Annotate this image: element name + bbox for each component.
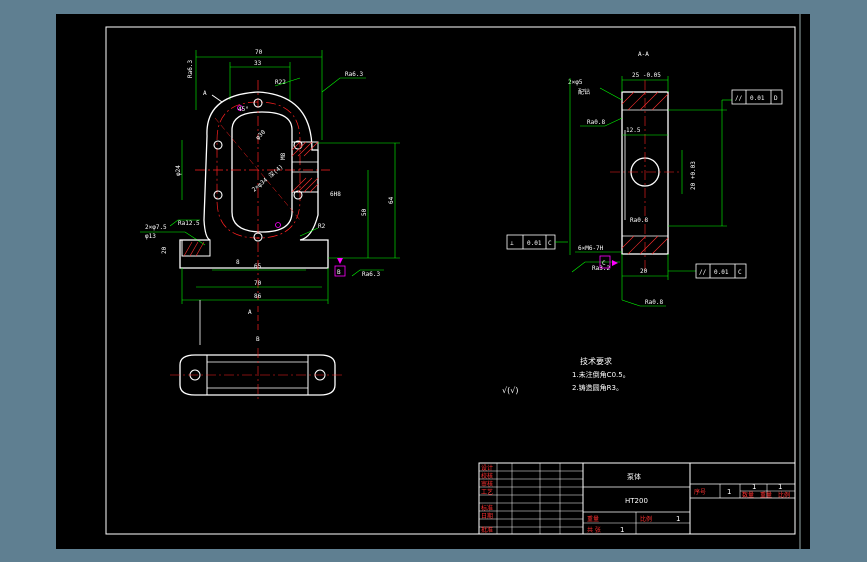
section-label: A-A xyxy=(638,51,649,58)
roughness-s2: Ra0.8 xyxy=(630,217,648,224)
seq-label: 序号 xyxy=(694,488,706,496)
view-mark-b: B xyxy=(256,336,260,343)
tol-value: 0.01 xyxy=(750,95,765,102)
sheet-value: 1 xyxy=(620,526,624,534)
count-1: 1 xyxy=(752,483,756,491)
sub-label: 比例 xyxy=(778,491,790,499)
dim-12-5: 12.5 xyxy=(626,127,641,134)
roughness-bottom: Ra6.3 xyxy=(362,271,380,278)
dim-r2: R2 xyxy=(318,223,326,230)
tol-value: 0.01 xyxy=(527,240,542,247)
section-mark-a-bottom: A xyxy=(248,309,252,316)
datum-b: B xyxy=(337,269,341,276)
tb-label: 批准 xyxy=(481,526,493,534)
roughness-s1: Ra0.8 xyxy=(587,119,605,126)
tech-item-2: 2.铸造圆角R3。 xyxy=(572,383,623,392)
sheet-label: 共 张 xyxy=(587,526,601,534)
roughness-ra63: Ra6.3 xyxy=(345,71,363,78)
spec-left2: φ13 xyxy=(145,233,156,240)
scale-label: 比例 xyxy=(640,515,652,523)
tech-item-1: 1.未注倒角C0.5。 xyxy=(572,370,630,379)
dim-70b: 70 xyxy=(254,280,262,287)
sub-label: 数量 xyxy=(742,491,754,499)
tol-symbol: // xyxy=(735,95,743,102)
weight-label: 重量 xyxy=(587,515,599,523)
dim-45deg: 45° xyxy=(238,106,249,113)
dim-r22: R22 xyxy=(275,79,286,86)
tol-value: 0.01 xyxy=(714,269,729,276)
tb-label: 工艺 xyxy=(481,488,493,496)
dim-70: 70 xyxy=(255,49,263,56)
tol-datum: D xyxy=(774,95,778,102)
dim-m8: M8 xyxy=(280,152,287,160)
tol-datum: C xyxy=(738,269,742,276)
roughness-left2: Ra12.5 xyxy=(178,220,200,227)
thread-spec: 6×M6-7H xyxy=(578,245,604,252)
scale-value: 1 xyxy=(676,515,680,523)
tb-label: 校核 xyxy=(481,472,493,480)
material: HT200 xyxy=(625,497,648,505)
dim-33: 33 xyxy=(254,60,262,67)
dim-65: 65 xyxy=(254,263,262,270)
sub-label: 重量 xyxy=(760,491,772,499)
tb-label: 审核 xyxy=(481,480,493,488)
count-2: 1 xyxy=(778,483,782,491)
tol-symbol: ⊥ xyxy=(510,240,514,247)
dim-20: 20 xyxy=(161,246,168,254)
tol-datum: C xyxy=(548,240,552,247)
dim-top-tol: 25 -0.05 xyxy=(632,72,661,79)
part-name: 泵体 xyxy=(627,472,641,481)
datum-c: C xyxy=(602,260,606,267)
dim-8: 8 xyxy=(236,259,240,266)
section-mark-a: A xyxy=(203,90,207,97)
dim-thread: 6H8 xyxy=(330,191,341,198)
dim-50: 50 xyxy=(361,208,368,216)
roughness-left: Ra6.3 xyxy=(187,60,194,78)
tb-label: 标准 xyxy=(481,504,493,512)
spec-left: 2×φ7.5 xyxy=(145,224,167,231)
dim-dia-tol: 20 +0.03 xyxy=(690,161,697,190)
dim-86: 86 xyxy=(254,293,262,300)
tech-title: 技术要求 xyxy=(580,356,612,366)
hole-note2: 配钻 xyxy=(578,88,590,96)
dim-phi24: φ24 xyxy=(175,165,182,176)
tb-label: 日期 xyxy=(481,512,493,520)
cad-drawing: 70 33 R22 Ra6.3 Ra6.3 A A B 45° φ30 2×φ3… xyxy=(56,14,810,549)
tb-label: 设计 xyxy=(481,464,493,472)
dim-64: 64 xyxy=(388,196,395,204)
rough-mark: √(√) xyxy=(502,386,518,395)
dim-20-sec: 20 xyxy=(640,268,648,275)
tol-symbol: // xyxy=(699,269,707,276)
drawing-sheet xyxy=(56,14,810,549)
seq-value: 1 xyxy=(727,488,731,496)
roughness-s4: Ra0.8 xyxy=(645,299,663,306)
